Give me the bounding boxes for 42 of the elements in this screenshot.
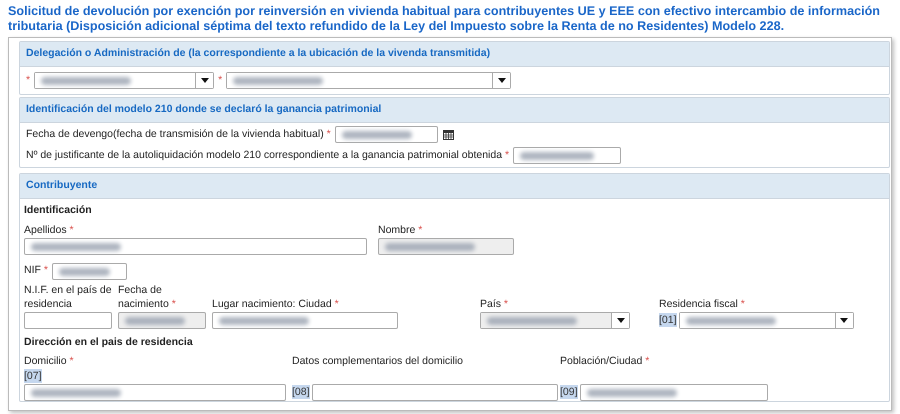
caret-icon [840,318,848,323]
subsection-heading: Dirección en el pais de residencia [24,334,194,350]
input-field[interactable] [580,384,768,400]
section-header: Contribuyente [20,174,889,199]
caret-icon [616,318,624,323]
code-tag: [07] [24,368,42,382]
field-label: Nº de justificante de la autoliquidación modelo 210 correspondiente a la ganancia patrimonial obtenida * [26,148,510,163]
required-mark: * [218,72,222,88]
field-label: Residencia fiscal * [659,296,746,311]
dropdown[interactable] [226,72,512,89]
dropdown[interactable] [678,312,854,329]
calendar-icon [443,129,454,140]
dropdown[interactable] [34,72,214,89]
field-label: Apellidos * [24,222,75,237]
code-tag: [09] [560,385,578,399]
field-label: NIF * [24,263,48,278]
field-label: Lugar nacimiento: Ciudad * [212,296,340,311]
field-label: Población/Ciudad * [560,354,650,368]
field-label: País * [480,296,510,311]
code-tag: [08] [292,385,310,399]
subsection-heading: Identificación [24,203,93,218]
caret-icon [498,78,506,83]
input-field[interactable] [24,238,367,255]
field-label: Nombre * [378,222,424,237]
field-label: Datos complementarios del domicilio [292,354,464,368]
input-field[interactable] [24,312,112,329]
input-field[interactable] [24,384,286,400]
page-title: Solicitud de devolución por exención por reinversión en vivienda habitual para contribuyentes UE y EEE con efectivo intercambio de información tributaria (Disposición adicional séptima del texto refundido de la Ley del Impuesto sobre la Renta de no Residentes) Modelo 228. [8,4,881,34]
field-label: Fecha de devengo(fecha de transmisión de la vivienda habitual) * [26,126,331,142]
code-tag: [01] [659,313,677,328]
section-header: Delegación o Administración de (la correspondiente a la ubicación de la vivenda transmitida) [20,42,889,67]
input-field[interactable] [513,147,622,164]
field-label: Fecha de nacimiento * [118,282,177,311]
field-label: Domicilio * [24,354,75,368]
input-field[interactable] [312,384,558,400]
caret-icon [200,78,209,83]
input-field[interactable] [212,312,398,329]
input-field[interactable] [52,262,127,280]
required-mark: * [26,72,30,88]
field-label: N.I.F. en el país de residencia [24,282,113,311]
input-field[interactable] [334,126,438,143]
section-header: Identificación del modelo 210 donde se declaró la ganancia patrimonial [20,98,889,123]
